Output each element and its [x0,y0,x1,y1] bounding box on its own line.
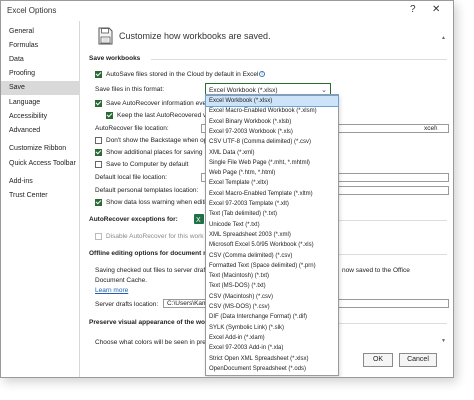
show-additional-places-label: Show additional places for saving [106,149,203,156]
format-option[interactable]: Excel 97-2003 Template (*.xlt) [206,199,338,209]
section-title-save-workbooks: Save workbooks [89,55,141,62]
svg-text:X: X [196,217,201,224]
autorecover-label: Save AutoRecover information eve [106,100,207,107]
format-option[interactable]: CSV UTF-8 (Comma delimited) (*.csv) [206,137,338,147]
choose-colors-label: Choose what colors will be seen in previ [95,339,211,346]
autorecover-checkbox[interactable] [95,100,102,107]
format-option[interactable]: Excel Macro-Enabled Workbook (*.xlsm) [206,106,338,116]
autosave-checkbox[interactable] [95,71,102,78]
offline-description-line2: Document Cache. [95,277,148,284]
format-option[interactable]: XML Spreadsheet 2003 (*.xml) [206,230,338,240]
format-option[interactable]: CSV (Comma delimited) (*.csv) [206,251,338,261]
cancel-button[interactable]: Cancel [399,353,437,367]
save-icon [98,27,113,45]
ok-button[interactable]: OK [363,353,393,367]
excel-workbook-icon: X [194,214,204,224]
autosave-label: AutoSave files stored in the Cloud by de… [106,71,259,78]
format-option[interactable]: Excel Add-in (*.xlam) [206,333,338,343]
autorecover-location-label: AutoRecover file location: [95,125,169,132]
close-icon[interactable]: ✕ [432,4,440,15]
options-nav: General Formulas Data Proofing Save Lang… [1,21,80,377]
nav-item-proofing[interactable]: Proofing [1,67,80,81]
save-to-computer-checkbox[interactable] [95,161,102,168]
format-option[interactable]: CSV (MS-DOS) (*.csv) [206,302,338,312]
format-option[interactable]: XML Data (*.xml) [206,148,338,158]
format-label: Save files in this format: [95,86,164,93]
nav-item-accessibility[interactable]: Accessibility [1,110,80,124]
default-local-location-label: Default local file location: [95,174,167,181]
dont-show-backstage-checkbox[interactable] [95,137,102,144]
section-divider [151,59,447,60]
disable-autorecover-checkbox[interactable] [95,233,102,240]
format-option[interactable]: CSV (Macintosh) (*.csv) [206,292,338,302]
show-data-loss-warning-label: Show data loss warning when editi [106,199,206,206]
format-option[interactable]: Single File Web Page (*.mht, *.mhtml) [206,158,338,168]
format-option[interactable]: Formatted Text (Space delimited) (*.prn) [206,261,338,271]
format-option[interactable]: Text (Macintosh) (*.txt) [206,271,338,281]
format-option[interactable]: Web Page (*.htm, *.html) [206,168,338,178]
autorecover-location-value: xcel\ [424,125,438,132]
default-templates-location-label: Default personal templates location: [95,187,199,194]
offline-description-end: now saved to the Office [342,267,410,274]
dialog-title: Excel Options [7,6,57,15]
excel-options-dialog: Excel Options ? ✕ General Formulas Data … [0,0,454,378]
offline-description: Saving checked out files to server draft [95,267,208,274]
nav-item-data[interactable]: Data [1,53,80,67]
format-option[interactable]: Excel 97-2003 Workbook (*.xls) [206,127,338,137]
scroll-up-icon[interactable]: ▲ [441,35,446,41]
section-title-preserve-appearance: Preserve visual appearance of the wor [89,319,208,326]
nav-item-add-ins[interactable]: Add-ins [1,175,80,189]
nav-item-customize-ribbon[interactable]: Customize Ribbon [1,142,80,156]
save-format-value: Excel Workbook (*.xlsx) [209,87,278,94]
nav-item-quick-access-toolbar[interactable]: Quick Access Toolbar [1,157,80,171]
format-option[interactable]: OpenDocument Spreadsheet (*.ods) [206,364,338,374]
page-header: Customize how workbooks are saved. [119,31,271,41]
format-option[interactable]: SYLK (Symbolic Link) (*.slk) [206,323,338,333]
section-title-offline-editing: Offline editing options for document ma [89,250,213,257]
show-additional-places-checkbox[interactable] [95,149,102,156]
format-option[interactable]: Excel Binary Workbook (*.xlsb) [206,117,338,127]
format-option[interactable]: Text (Tab delimited) (*.txt) [206,209,338,219]
format-option[interactable]: Strict Open XML Spreadsheet (*.xlsx) [206,354,338,364]
nav-item-save[interactable]: Save [1,81,80,95]
nav-item-advanced[interactable]: Advanced [1,124,80,138]
chevron-down-icon: ⌄ [321,87,327,94]
options-scrollbar[interactable]: ▲ ▼ [441,35,447,345]
save-to-computer-label: Save to Computer by default [106,161,189,168]
keep-last-autorecovered-checkbox[interactable] [106,112,113,119]
format-option[interactable]: Text (MS-DOS) (*.txt) [206,281,338,291]
format-option[interactable]: DIF (Data Interchange Format) (*.dif) [206,312,338,322]
format-option[interactable]: Excel Template (*.xltx) [206,178,338,188]
server-drafts-location-label: Server drafts location: [95,301,159,308]
keep-last-autorecovered-label: Keep the last AutoRecovered ve [117,112,210,119]
dont-show-backstage-label: Don't show the Backstage when op [106,137,208,144]
section-title-autorecover-exceptions: AutoRecover exceptions for: [89,216,178,223]
nav-item-formulas[interactable]: Formulas [1,39,80,53]
info-icon: i [259,71,265,77]
show-data-loss-warning-checkbox[interactable] [95,199,102,206]
disable-autorecover-label: Disable AutoRecover for this work [106,233,204,240]
help-icon[interactable]: ? [410,4,416,15]
nav-item-trust-center[interactable]: Trust Center [1,189,80,203]
learn-more-link[interactable]: Learn more [95,287,128,294]
save-format-options-list: Excel Workbook (*.xlsx) Excel Macro-Enabl… [205,94,339,376]
nav-item-language[interactable]: Language [1,96,80,110]
format-option[interactable]: Excel Macro-Enabled Template (*.xltm) [206,189,338,199]
format-option[interactable]: Microsoft Excel 5.0/95 Workbook (*.xls) [206,240,338,250]
format-option[interactable]: Excel Workbook (*.xlsx) [205,94,339,108]
format-option[interactable]: Excel 97-2003 Add-in (*.xla) [206,343,338,353]
title-bar: Excel Options ? ✕ [1,1,453,21]
nav-item-general[interactable]: General [1,25,80,39]
scroll-down-icon[interactable]: ▼ [441,338,446,344]
format-option[interactable]: Unicode Text (*.txt) [206,220,338,230]
